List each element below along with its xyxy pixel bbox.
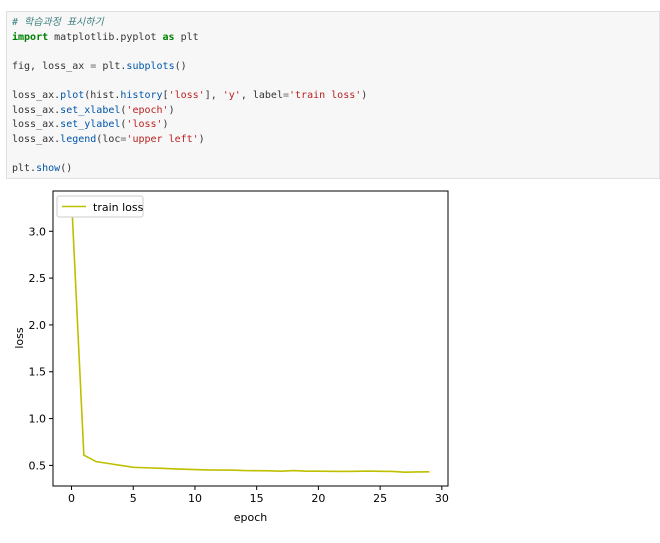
x-tick-label: 0 [68, 492, 75, 505]
code-editor[interactable]: # 학습과정 표시하기 import matplotlib.pyplot as p… [12, 16, 367, 177]
plot-area [52, 190, 449, 487]
x-tick-label: 15 [250, 492, 264, 505]
y-tick-label: 2.0 [29, 319, 47, 332]
y-tick-label: 2.5 [29, 272, 47, 285]
legend-label: train loss [93, 201, 144, 214]
y-tick-label: 1.0 [29, 413, 47, 426]
x-tick-label: 10 [188, 492, 202, 505]
y-tick-label: 3.0 [29, 225, 47, 238]
code-line: import matplotlib.pyplot as plt [12, 31, 199, 43]
code-line: loss_ax.legend(loc='upper left') [12, 133, 205, 145]
x-tick-label: 5 [130, 492, 137, 505]
code-line: loss_ax.set_ylabel('loss') [12, 119, 169, 131]
x-tick-label: 30 [435, 492, 449, 505]
code-line: plt.show() [12, 162, 73, 174]
previous-cell-fragment [0, 0, 660, 6]
code-cell[interactable]: # 학습과정 표시하기 import matplotlib.pyplot as p… [6, 11, 660, 179]
y-tick-label: 0.5 [29, 459, 47, 472]
x-tick-label: 20 [311, 492, 325, 505]
legend: train loss [56, 195, 144, 218]
x-axis: 0 5 10 15 20 25 30 [68, 486, 449, 505]
code-line: # 학습과정 표시하기 [12, 17, 104, 28]
y-tick-label: 1.5 [29, 366, 47, 379]
code-line: loss_ax.plot(hist.history['loss'], 'y', … [12, 89, 368, 101]
y-axis-label: loss [13, 327, 26, 349]
x-axis-label: epoch [234, 511, 268, 524]
y-axis: 0.5 1.0 1.5 2.0 2.5 3.0 [29, 225, 53, 472]
loss-chart: 0 5 10 15 20 25 30 0.5 1.0 1.5 2.0 2.5 3.0 epoch lo… [13, 190, 449, 524]
code-line: fig, loss_ax = plt.subplots() [12, 60, 187, 72]
code-line: loss_ax.set_xlabel('epoch') [12, 104, 175, 116]
cell-output: 0 5 10 15 20 25 30 0.5 1.0 1.5 2.0 2.5 3.0 epoch lo… [0, 182, 660, 539]
x-tick-label: 25 [373, 492, 387, 505]
